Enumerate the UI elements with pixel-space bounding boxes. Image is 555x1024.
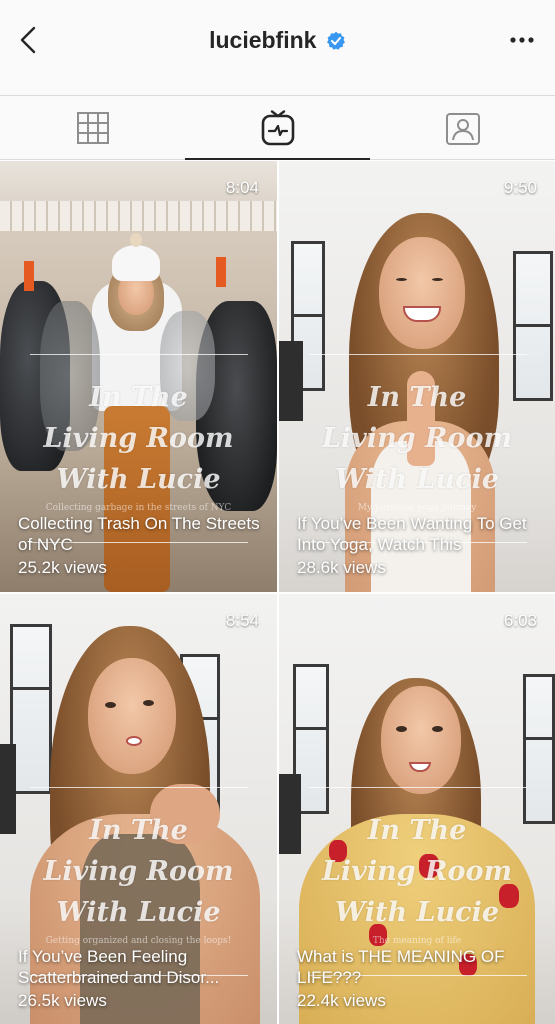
video-tile[interactable]: In The Living Room With Lucie My persona… <box>279 161 555 592</box>
series-overlay-title: In The Living Room With Lucie <box>279 377 555 500</box>
more-options-button[interactable] <box>507 30 537 50</box>
video-duration: 9:50 <box>503 178 537 197</box>
series-overlay-title: In The Living Room With Lucie <box>0 810 277 933</box>
top-bar: luciebfink <box>0 0 555 95</box>
profile-title: luciebfink <box>0 27 555 54</box>
video-tile[interactable]: In The Living Room With Lucie Getting or… <box>0 594 277 1024</box>
video-title: If You’ve Been Wanting To Get Into Yoga,… <box>297 514 527 554</box>
video-views: 22.4k views <box>297 991 386 1010</box>
video-views: 26.5k views <box>18 991 107 1010</box>
overlay-line-2: Living Room <box>321 856 513 887</box>
tab-tagged[interactable] <box>370 96 555 160</box>
username-label: luciebfink <box>209 27 317 53</box>
grid-icon <box>76 112 109 144</box>
overlay-line-1: In The <box>367 815 467 846</box>
overlay-caption: Collecting garbage in the streets of NYC <box>45 503 232 513</box>
tab-igtv[interactable] <box>185 96 370 160</box>
overlay-caption: Getting organized and closing the loops! <box>45 936 232 946</box>
overlay-divider <box>309 787 527 788</box>
overlay-caption: My personal yoga journey <box>357 503 477 513</box>
overlay-line-3: With Lucie <box>56 464 221 495</box>
overlay-line-1: In The <box>89 815 188 846</box>
series-overlay-title: In The Living Room With Lucie <box>0 377 277 500</box>
video-views: 28.6k views <box>297 558 386 577</box>
video-views: 25.2k views <box>18 558 107 577</box>
overlay-divider <box>309 354 527 355</box>
overlay-divider <box>30 787 248 788</box>
igtv-video-grid: In The Living Room With Lucie Collecting… <box>0 161 555 1024</box>
video-title: What is THE MEANING OF LIFE??? <box>297 947 505 987</box>
tagged-person-icon <box>445 113 480 145</box>
overlay-divider <box>30 354 248 355</box>
overlay-line-3: With Lucie <box>56 897 221 928</box>
video-tile[interactable]: In The Living Room With Lucie The meanin… <box>279 594 555 1024</box>
video-tile[interactable]: In The Living Room With Lucie Collecting… <box>0 161 277 592</box>
overlay-line-2: Living Room <box>43 856 234 887</box>
igtv-icon <box>261 110 294 146</box>
overlay-line-2: Living Room <box>321 423 513 454</box>
profile-tabs <box>0 95 555 160</box>
overlay-line-1: In The <box>89 382 188 413</box>
more-horizontal-icon <box>510 37 534 43</box>
overlay-line-3: With Lucie <box>334 464 500 495</box>
verified-badge-icon <box>326 31 345 50</box>
video-duration: 6:03 <box>503 611 537 630</box>
overlay-line-1: In The <box>367 382 467 413</box>
video-duration: 8:04 <box>225 178 259 197</box>
overlay-caption: The meaning of life <box>372 936 462 946</box>
video-title: If You’ve Been Feeling Scatterbrained an… <box>18 947 220 987</box>
tab-posts[interactable] <box>0 96 185 160</box>
overlay-line-2: Living Room <box>43 423 234 454</box>
overlay-line-3: With Lucie <box>334 897 500 928</box>
series-overlay-title: In The Living Room With Lucie <box>279 810 555 933</box>
video-title: Collecting Trash On The Streets of NYC <box>18 514 260 554</box>
active-tab-indicator <box>185 158 370 160</box>
video-duration: 8:54 <box>225 611 259 630</box>
